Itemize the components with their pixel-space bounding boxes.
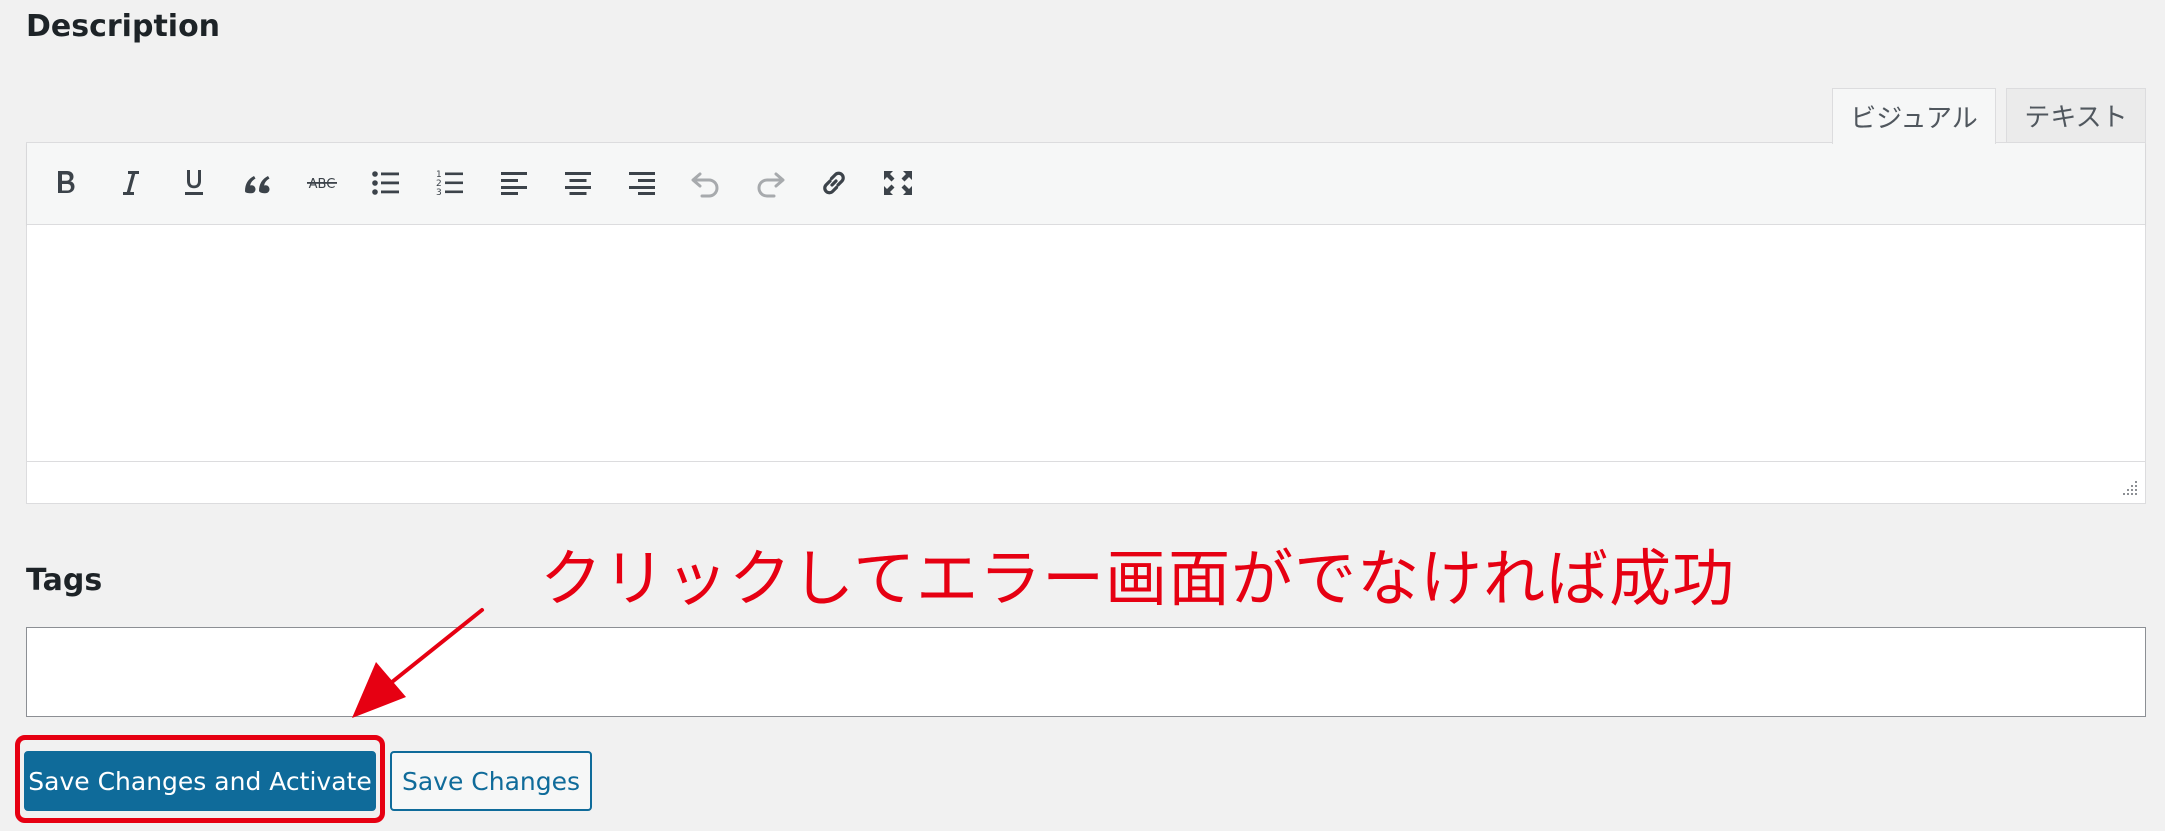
bulleted-list-icon	[372, 171, 399, 195]
svg-text:3: 3	[436, 188, 442, 198]
numbered-list-button[interactable]: 1 2 3	[427, 160, 473, 206]
annotation-text: クリックしてエラー画面がでなければ成功	[540, 542, 1736, 615]
bold-button[interactable]	[43, 160, 89, 206]
blockquote-icon	[245, 176, 270, 194]
save-changes-button[interactable]: Save Changes	[390, 751, 592, 811]
snippet-editor-page: Description ビジュアル テキスト ABC 1 2 3 Tags Sa…	[0, 0, 2165, 831]
link-icon	[823, 171, 845, 195]
align-right-button[interactable]	[619, 160, 665, 206]
redo-button[interactable]	[747, 160, 793, 206]
undo-button[interactable]	[683, 160, 729, 206]
fullscreen-button[interactable]	[875, 160, 921, 206]
svg-text:ABC: ABC	[309, 177, 336, 192]
strikethrough-button[interactable]: ABC	[299, 160, 345, 206]
numbered-list-icon: 1 2 3	[436, 170, 463, 198]
description-editor: ABC 1 2 3	[26, 142, 2146, 504]
align-left-icon	[501, 172, 527, 195]
strikethrough-icon: ABC	[307, 177, 337, 192]
redo-icon	[757, 172, 785, 198]
bold-icon	[58, 171, 75, 193]
align-center-icon	[565, 172, 591, 195]
save-changes-and-activate-button[interactable]: Save Changes and Activate	[24, 751, 376, 811]
description-label: Description	[26, 9, 221, 44]
tags-input[interactable]	[26, 627, 2146, 717]
align-left-button[interactable]	[491, 160, 537, 206]
italic-icon	[123, 171, 139, 195]
bulleted-list-button[interactable]	[363, 160, 409, 206]
resize-handle-icon[interactable]	[2121, 479, 2139, 497]
fullscreen-icon	[884, 171, 912, 195]
italic-button[interactable]	[107, 160, 153, 206]
editor-statusbar	[27, 461, 2145, 503]
editor-toolbar: ABC 1 2 3	[27, 143, 2145, 225]
blockquote-button[interactable]	[235, 160, 281, 206]
tab-text[interactable]: テキスト	[2006, 88, 2146, 142]
tags-label: Tags	[26, 563, 103, 598]
align-center-button[interactable]	[555, 160, 601, 206]
insert-link-button[interactable]	[811, 160, 857, 206]
align-right-icon	[629, 172, 655, 195]
underline-button[interactable]	[171, 160, 217, 206]
undo-icon	[691, 172, 719, 198]
editor-content-area[interactable]	[27, 225, 2145, 461]
tab-visual[interactable]: ビジュアル	[1832, 88, 1996, 144]
underline-icon	[185, 170, 203, 195]
